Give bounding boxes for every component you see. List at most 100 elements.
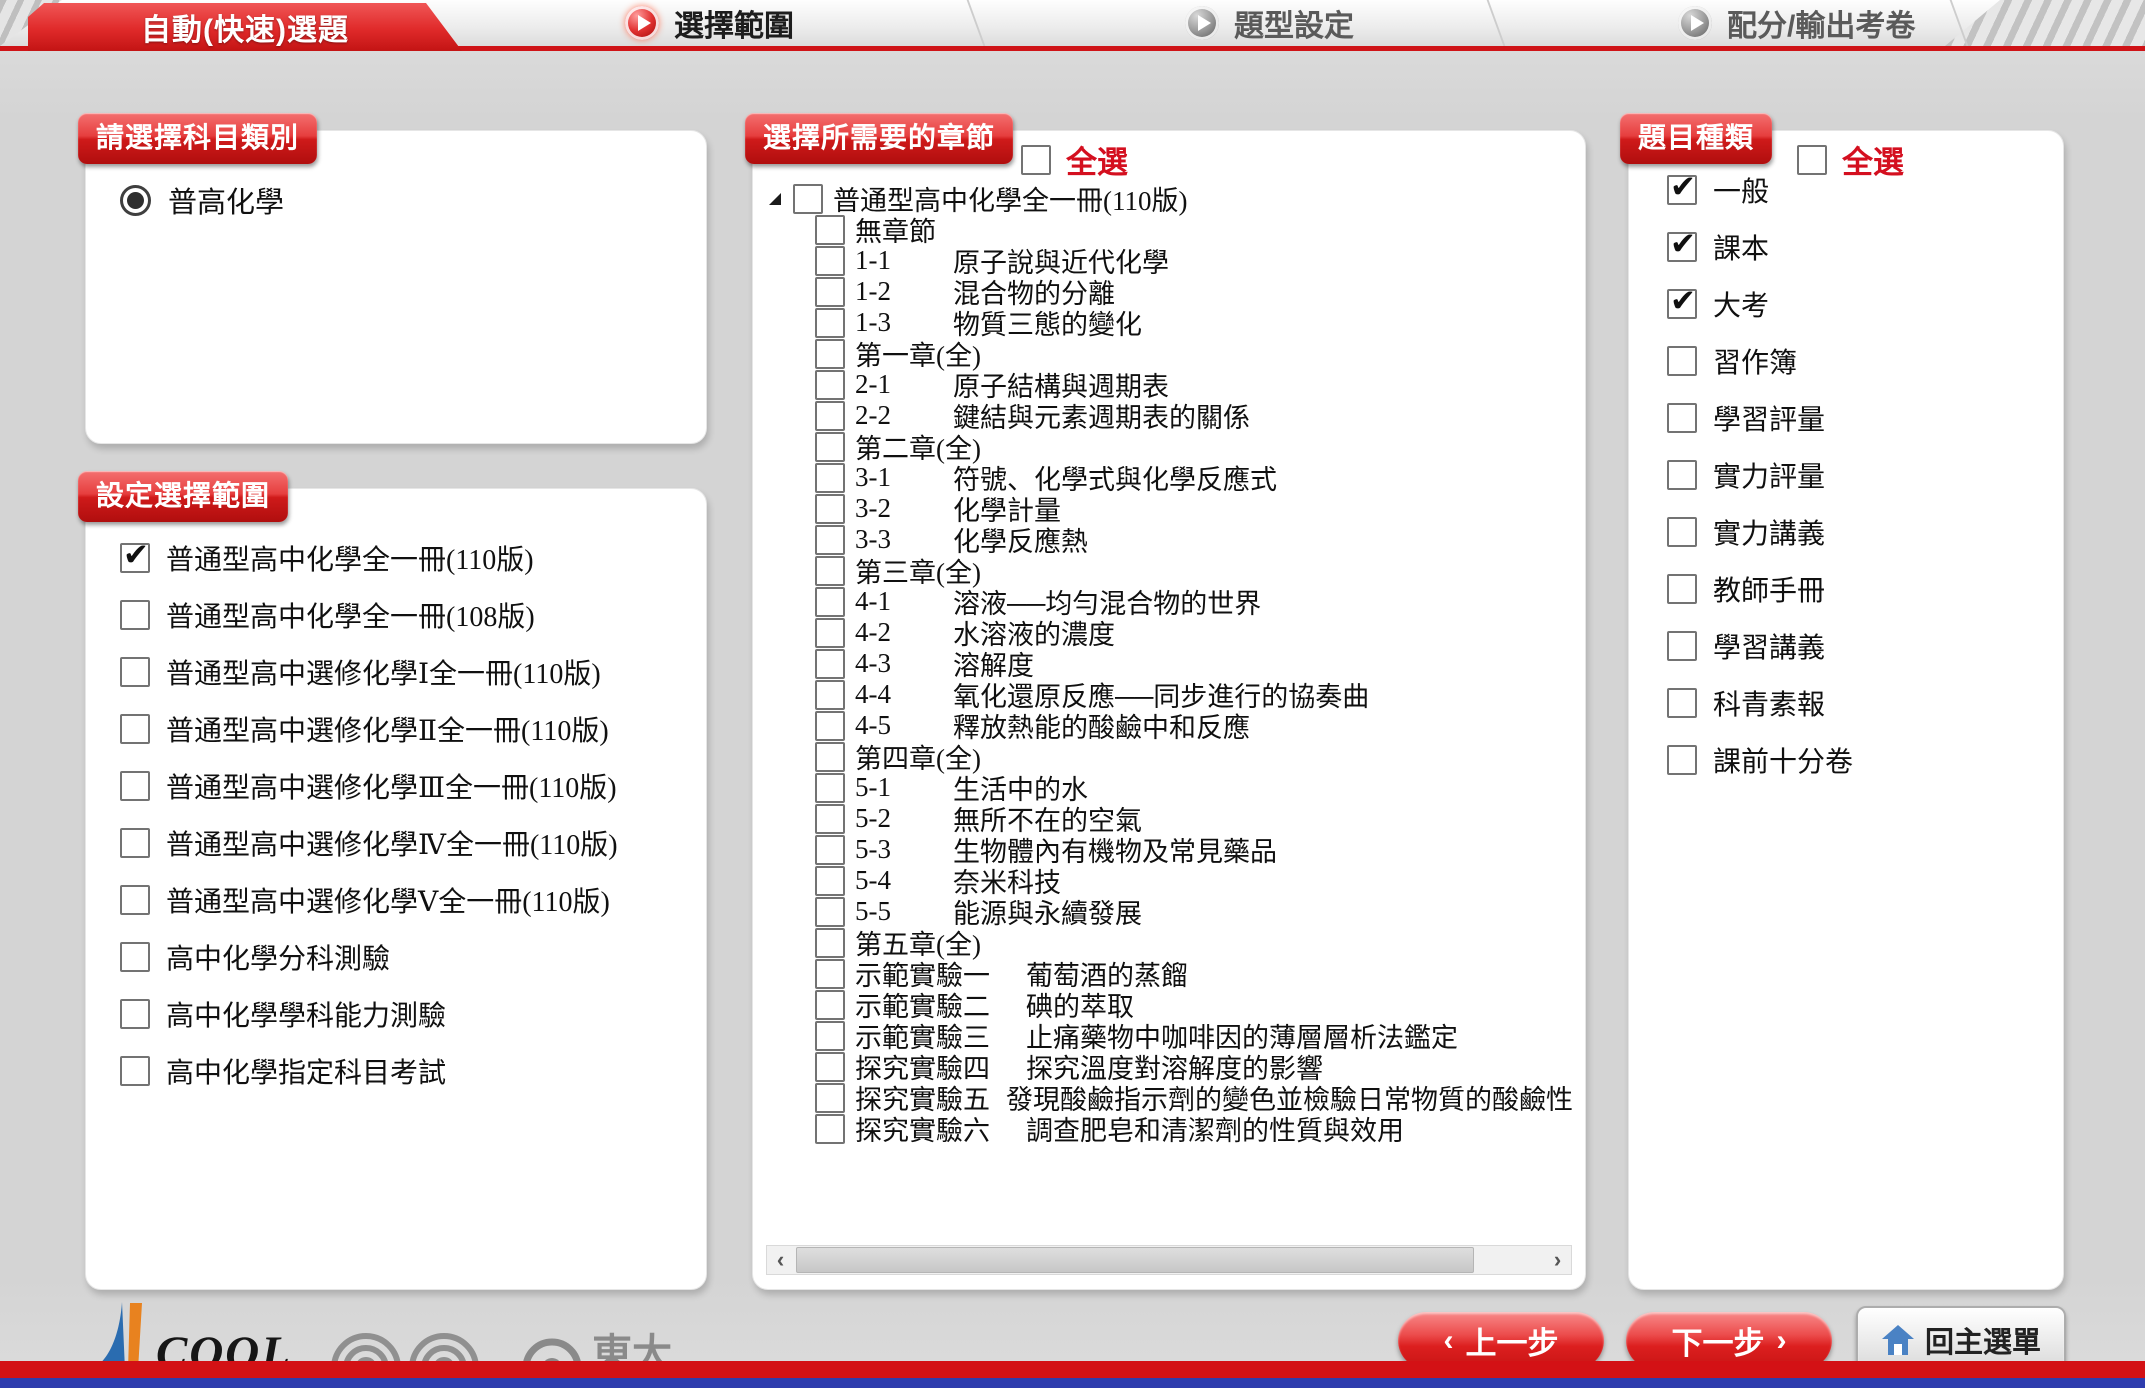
horizontal-scrollbar[interactable]: ‹ ›: [766, 1245, 1572, 1275]
qtype-item[interactable]: 科青素報: [1667, 686, 1853, 719]
qtype-item-checkbox[interactable]: [1667, 289, 1697, 319]
chapter-checkbox[interactable]: [815, 990, 845, 1020]
subject-radio[interactable]: [120, 185, 151, 216]
qtype-item[interactable]: 實力講義: [1667, 515, 1853, 548]
qtype-item-checkbox[interactable]: [1667, 517, 1697, 547]
range-item[interactable]: 普通型高中選修化學Ⅳ全一冊(110版): [120, 826, 618, 859]
chapter-checkbox[interactable]: [815, 463, 845, 493]
chapter-checkbox[interactable]: [815, 215, 845, 245]
tab-question-type-setting[interactable]: 題型設定: [1185, 0, 1354, 46]
chapter-checkbox[interactable]: [815, 959, 845, 989]
chapter-checkbox[interactable]: [815, 804, 845, 834]
qtype-item-checkbox[interactable]: [1667, 688, 1697, 718]
range-item[interactable]: 普通型高中選修化學Ⅱ全一冊(110版): [120, 712, 618, 745]
chapter-checkbox[interactable]: [815, 773, 845, 803]
tree-expander-icon[interactable]: [769, 193, 781, 205]
scroll-thumb[interactable]: [796, 1247, 1474, 1273]
tab-score-output[interactable]: 配分/輸出考卷: [1678, 0, 1915, 46]
scroll-right-arrow[interactable]: ›: [1544, 1247, 1571, 1273]
tab-auto-quick-select[interactable]: 自動(快速)選題: [28, 3, 462, 51]
chapter-checkbox[interactable]: [815, 897, 845, 927]
chapter-row[interactable]: 5-1 生活中的水: [815, 772, 1573, 803]
qtype-item-checkbox[interactable]: [1667, 403, 1697, 433]
chapter-checkbox[interactable]: [815, 246, 845, 276]
qtype-item-checkbox[interactable]: [1667, 460, 1697, 490]
chapter-checkbox[interactable]: [815, 556, 845, 586]
chapter-checkbox[interactable]: [815, 1021, 845, 1051]
range-item[interactable]: 高中化學學科能力測驗: [120, 997, 618, 1030]
qtype-item-checkbox[interactable]: [1667, 175, 1697, 205]
chapter-row[interactable]: 無章節: [815, 214, 1573, 245]
chapter-row[interactable]: 3-1 符號、化學式與化學反應式: [815, 462, 1573, 493]
chapter-checkbox[interactable]: [815, 432, 845, 462]
range-item-checkbox[interactable]: [120, 771, 150, 801]
chapters-select-all-checkbox[interactable]: [1021, 145, 1051, 175]
chapter-row[interactable]: 1-2 混合物的分離: [815, 276, 1573, 307]
range-item-checkbox[interactable]: [120, 942, 150, 972]
range-item[interactable]: 普通型高中選修化學Ⅲ全一冊(110版): [120, 769, 618, 802]
chapter-row[interactable]: 4-1 溶液──均勻混合物的世界: [815, 586, 1573, 617]
chapter-checkbox[interactable]: [815, 401, 845, 431]
range-item[interactable]: 高中化學指定科目考試: [120, 1054, 618, 1087]
chapter-checkbox[interactable]: [815, 370, 845, 400]
qtype-item-checkbox[interactable]: [1667, 232, 1697, 262]
range-item[interactable]: 普通型高中化學全一冊(110版): [120, 541, 618, 574]
range-item-checkbox[interactable]: [120, 885, 150, 915]
range-item[interactable]: 高中化學分科測驗: [120, 940, 618, 973]
chapter-checkbox[interactable]: [815, 1114, 845, 1144]
chapter-checkbox[interactable]: [815, 680, 845, 710]
chapter-root-checkbox[interactable]: [793, 184, 823, 214]
range-item-checkbox[interactable]: [120, 543, 150, 573]
chapters-select-all[interactable]: 全選: [1021, 137, 1128, 182]
tab-select-range[interactable]: 選擇範圍: [625, 0, 794, 46]
chapter-row[interactable]: 5-3 生物體內有機物及常見藥品: [815, 834, 1573, 865]
range-item-checkbox[interactable]: [120, 600, 150, 630]
qtype-item[interactable]: 一般: [1667, 173, 1853, 206]
qtype-item-checkbox[interactable]: [1667, 631, 1697, 661]
chapter-checkbox[interactable]: [815, 587, 845, 617]
chapter-checkbox[interactable]: [815, 525, 845, 555]
chapter-row[interactable]: 4-2 水溶液的濃度: [815, 617, 1573, 648]
chapter-row[interactable]: 探究實驗六 調查肥皂和清潔劑的性質與效用: [815, 1113, 1573, 1144]
subject-option[interactable]: 普高化學: [120, 179, 284, 221]
chapter-row[interactable]: 5-4 奈米科技: [815, 865, 1573, 896]
qtype-item[interactable]: 課本: [1667, 230, 1853, 263]
qtype-item[interactable]: 大考: [1667, 287, 1853, 320]
range-item-checkbox[interactable]: [120, 1056, 150, 1086]
chapter-checkbox[interactable]: [815, 928, 845, 958]
range-item-checkbox[interactable]: [120, 657, 150, 687]
chapter-row[interactable]: 第四章(全): [815, 741, 1573, 772]
chapter-checkbox[interactable]: [815, 277, 845, 307]
chapter-checkbox[interactable]: [815, 711, 845, 741]
chapter-checkbox[interactable]: [815, 742, 845, 772]
chapter-checkbox[interactable]: [815, 649, 845, 679]
range-item-checkbox[interactable]: [120, 828, 150, 858]
range-item-checkbox[interactable]: [120, 714, 150, 744]
qtypes-select-all-checkbox[interactable]: [1797, 145, 1827, 175]
chapter-row[interactable]: 第一章(全): [815, 338, 1573, 369]
chapter-checkbox[interactable]: [815, 494, 845, 524]
qtype-item[interactable]: 課前十分卷: [1667, 743, 1853, 776]
range-item-checkbox[interactable]: [120, 999, 150, 1029]
chapter-checkbox[interactable]: [815, 618, 845, 648]
range-item[interactable]: 普通型高中化學全一冊(108版): [120, 598, 618, 631]
chapter-checkbox[interactable]: [815, 1083, 845, 1113]
range-item[interactable]: 普通型高中選修化學Ⅴ全一冊(110版): [120, 883, 618, 916]
scroll-left-arrow[interactable]: ‹: [767, 1247, 794, 1273]
qtype-item[interactable]: 習作簿: [1667, 344, 1853, 377]
qtype-item[interactable]: 學習講義: [1667, 629, 1853, 662]
qtype-item-checkbox[interactable]: [1667, 346, 1697, 376]
qtype-item[interactable]: 學習評量: [1667, 401, 1853, 434]
chapter-checkbox[interactable]: [815, 835, 845, 865]
qtype-item-checkbox[interactable]: [1667, 745, 1697, 775]
chapter-row[interactable]: 1-1 原子說與近代化學: [815, 245, 1573, 276]
qtype-item[interactable]: 實力評量: [1667, 458, 1853, 491]
chapter-checkbox[interactable]: [815, 1052, 845, 1082]
chapter-checkbox[interactable]: [815, 308, 845, 338]
chapter-row[interactable]: 3-2 化學計量: [815, 493, 1573, 524]
qtype-item[interactable]: 教師手冊: [1667, 572, 1853, 605]
chapter-checkbox[interactable]: [815, 866, 845, 896]
chapter-checkbox[interactable]: [815, 339, 845, 369]
qtype-item-checkbox[interactable]: [1667, 574, 1697, 604]
range-item[interactable]: 普通型高中選修化學Ⅰ全一冊(110版): [120, 655, 618, 688]
